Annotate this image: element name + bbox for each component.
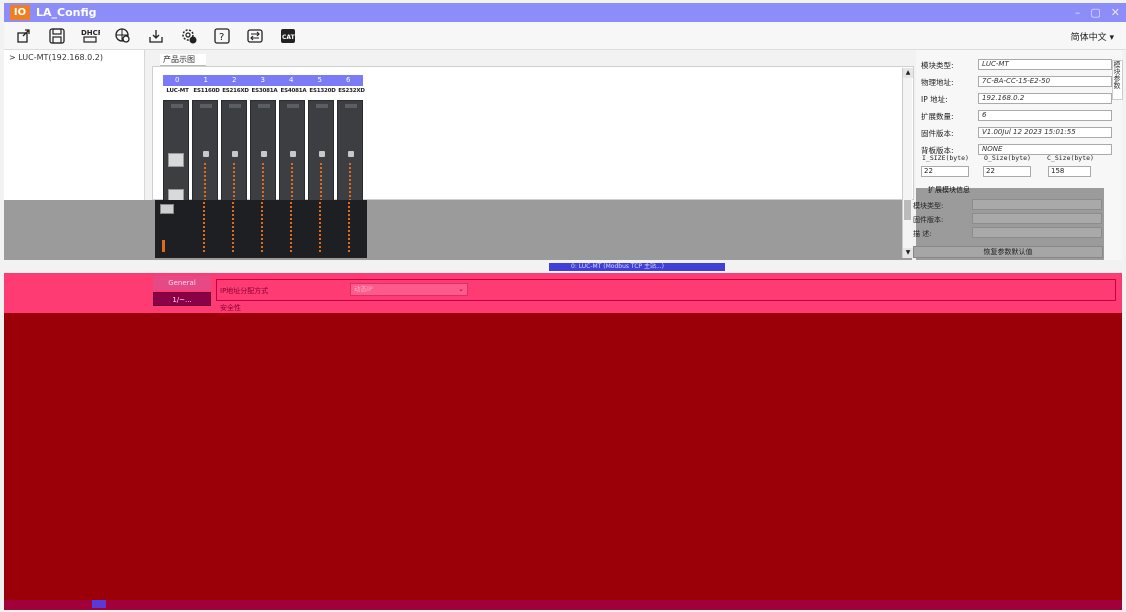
c-size-header: C_Size(byte): [1047, 154, 1094, 162]
upload-icon[interactable]: [14, 26, 34, 46]
channel-leds-icon: [261, 202, 263, 254]
channel-leds-icon: [203, 202, 205, 254]
scroll-thumb[interactable]: [904, 200, 911, 220]
i-size-header: I_SIZE(byte): [922, 154, 969, 162]
channel-leds-icon: [348, 202, 350, 254]
channel-leds-icon: [232, 202, 234, 254]
slot-number: 6: [346, 76, 351, 84]
module-type-field[interactable]: LUC-MT: [978, 59, 1112, 70]
slot-number: 3: [260, 76, 265, 84]
bottom-status-bar: [4, 600, 1122, 610]
tree-item-luc-mt[interactable]: > LUC-MT(192.168.0.2): [4, 50, 144, 62]
network-scan-icon[interactable]: [113, 26, 133, 46]
restore-defaults-button[interactable]: 恢复参数默认值: [913, 246, 1103, 258]
status-line: 0: LUC-MT (Modbus TCP 主站...): [549, 263, 725, 271]
rj45-port-icon: [160, 204, 174, 214]
prop-label: 模块类型:: [921, 61, 954, 70]
tab-product-graph[interactable]: 产品示图: [160, 54, 206, 66]
toolbar: DHCP ? CAT 简体中文 ▾: [4, 22, 1126, 50]
module-name: LUC-MT: [166, 88, 189, 94]
expansion-count-field[interactable]: 6: [978, 110, 1112, 121]
status-led-icon: [162, 240, 165, 252]
disabled-overlay: [4, 200, 912, 260]
window-title: LA_Config: [36, 6, 97, 19]
mac-address-field[interactable]: 7C-BA-CC-15-E2-50: [978, 76, 1112, 87]
ext-description-field[interactable]: [972, 227, 1102, 238]
title-bar: IO LA_Config – ▢ ✕: [4, 3, 1126, 22]
ext-firmware-field[interactable]: [972, 213, 1102, 224]
slot-number-bar: 0 1 2 3 4 5 6: [163, 75, 363, 86]
help-icon[interactable]: ?: [212, 26, 232, 46]
scroll-down-icon[interactable]: ▼: [903, 248, 913, 258]
i-size-field[interactable]: 22: [921, 166, 969, 177]
prop-label: IP 地址:: [921, 95, 948, 104]
prop-label: 扩展数量:: [921, 112, 954, 121]
channel-leds-icon: [319, 202, 321, 254]
close-button[interactable]: ✕: [1111, 6, 1120, 19]
dhcp-icon[interactable]: DHCP: [80, 26, 100, 46]
bottom-marker: [92, 600, 106, 608]
minimize-button[interactable]: –: [1075, 6, 1081, 19]
scroll-up-icon[interactable]: ▲: [903, 68, 913, 78]
content-area: [4, 313, 1122, 610]
save-icon[interactable]: [47, 26, 67, 46]
svg-text:?: ?: [219, 32, 224, 43]
slot-number: 1: [203, 76, 208, 84]
chevron-down-icon: ⌄: [458, 285, 464, 293]
ip-assign-select[interactable]: 动态IP ⌄: [350, 283, 468, 296]
slot-number: 2: [232, 76, 237, 84]
tab-module-params[interactable]: 模块参数: [1112, 60, 1123, 100]
ext-firmware-label: 固件版本:: [913, 216, 944, 224]
tab-general[interactable]: General: [153, 276, 211, 290]
settings-icon[interactable]: [179, 26, 199, 46]
slot-number: 5: [317, 76, 322, 84]
prop-label: 物理地址:: [921, 78, 954, 87]
window-controls: – ▢ ✕: [1075, 6, 1120, 19]
slot-number: 0: [175, 76, 180, 84]
module-name: ES1160D: [193, 88, 220, 94]
module-name: ES4081A: [280, 88, 307, 94]
maximize-button[interactable]: ▢: [1090, 6, 1100, 19]
svg-text:CAT: CAT: [282, 34, 296, 41]
o-size-field[interactable]: 22: [983, 166, 1031, 177]
svg-text:DHCP: DHCP: [81, 29, 100, 37]
firmware-version-field[interactable]: V1.00Jul 12 2023 15:01:55: [978, 127, 1112, 138]
language-select[interactable]: 简体中文 ▾: [1071, 30, 1114, 43]
cat-icon[interactable]: CAT: [278, 26, 298, 46]
app-window: IO LA_Config – ▢ ✕ DHCP ?: [0, 0, 1126, 612]
compare-icon[interactable]: [245, 26, 265, 46]
ext-module-type-label: 模块类型:: [913, 202, 944, 210]
c-size-field[interactable]: 158: [1048, 166, 1091, 177]
device-tree: > LUC-MT(192.168.0.2): [4, 50, 145, 200]
graph-scrollbar[interactable]: ▲ ▼: [902, 68, 913, 258]
tab-io[interactable]: 1/~...: [153, 292, 211, 306]
expansion-info-title: 扩展模块信息: [928, 186, 970, 194]
module-name-row: LUC-MT ES1160D ES216XD ES3081A ES4081A E…: [163, 88, 367, 94]
module-name: ES216XD: [222, 88, 249, 94]
ext-description-label: 描 述:: [913, 230, 932, 238]
app-logo-icon: IO: [10, 5, 30, 20]
prop-label: 固件版本:: [921, 129, 954, 138]
slot-number: 4: [289, 76, 294, 84]
module-name: ES3081A: [251, 88, 278, 94]
ip-assign-label: IP地址分配方式: [220, 287, 269, 295]
security-label: 安全性: [220, 304, 241, 312]
ext-module-type-field[interactable]: [972, 199, 1102, 210]
ip-address-field[interactable]: 192.168.0.2: [978, 93, 1112, 104]
module-name: ES232XD: [338, 88, 365, 94]
ip-assign-value: 动态IP: [354, 285, 373, 293]
module-name: ES1320D: [309, 88, 336, 94]
download-icon[interactable]: [146, 26, 166, 46]
channel-leds-icon: [290, 202, 292, 254]
o-size-header: O_Size(byte): [984, 154, 1031, 162]
